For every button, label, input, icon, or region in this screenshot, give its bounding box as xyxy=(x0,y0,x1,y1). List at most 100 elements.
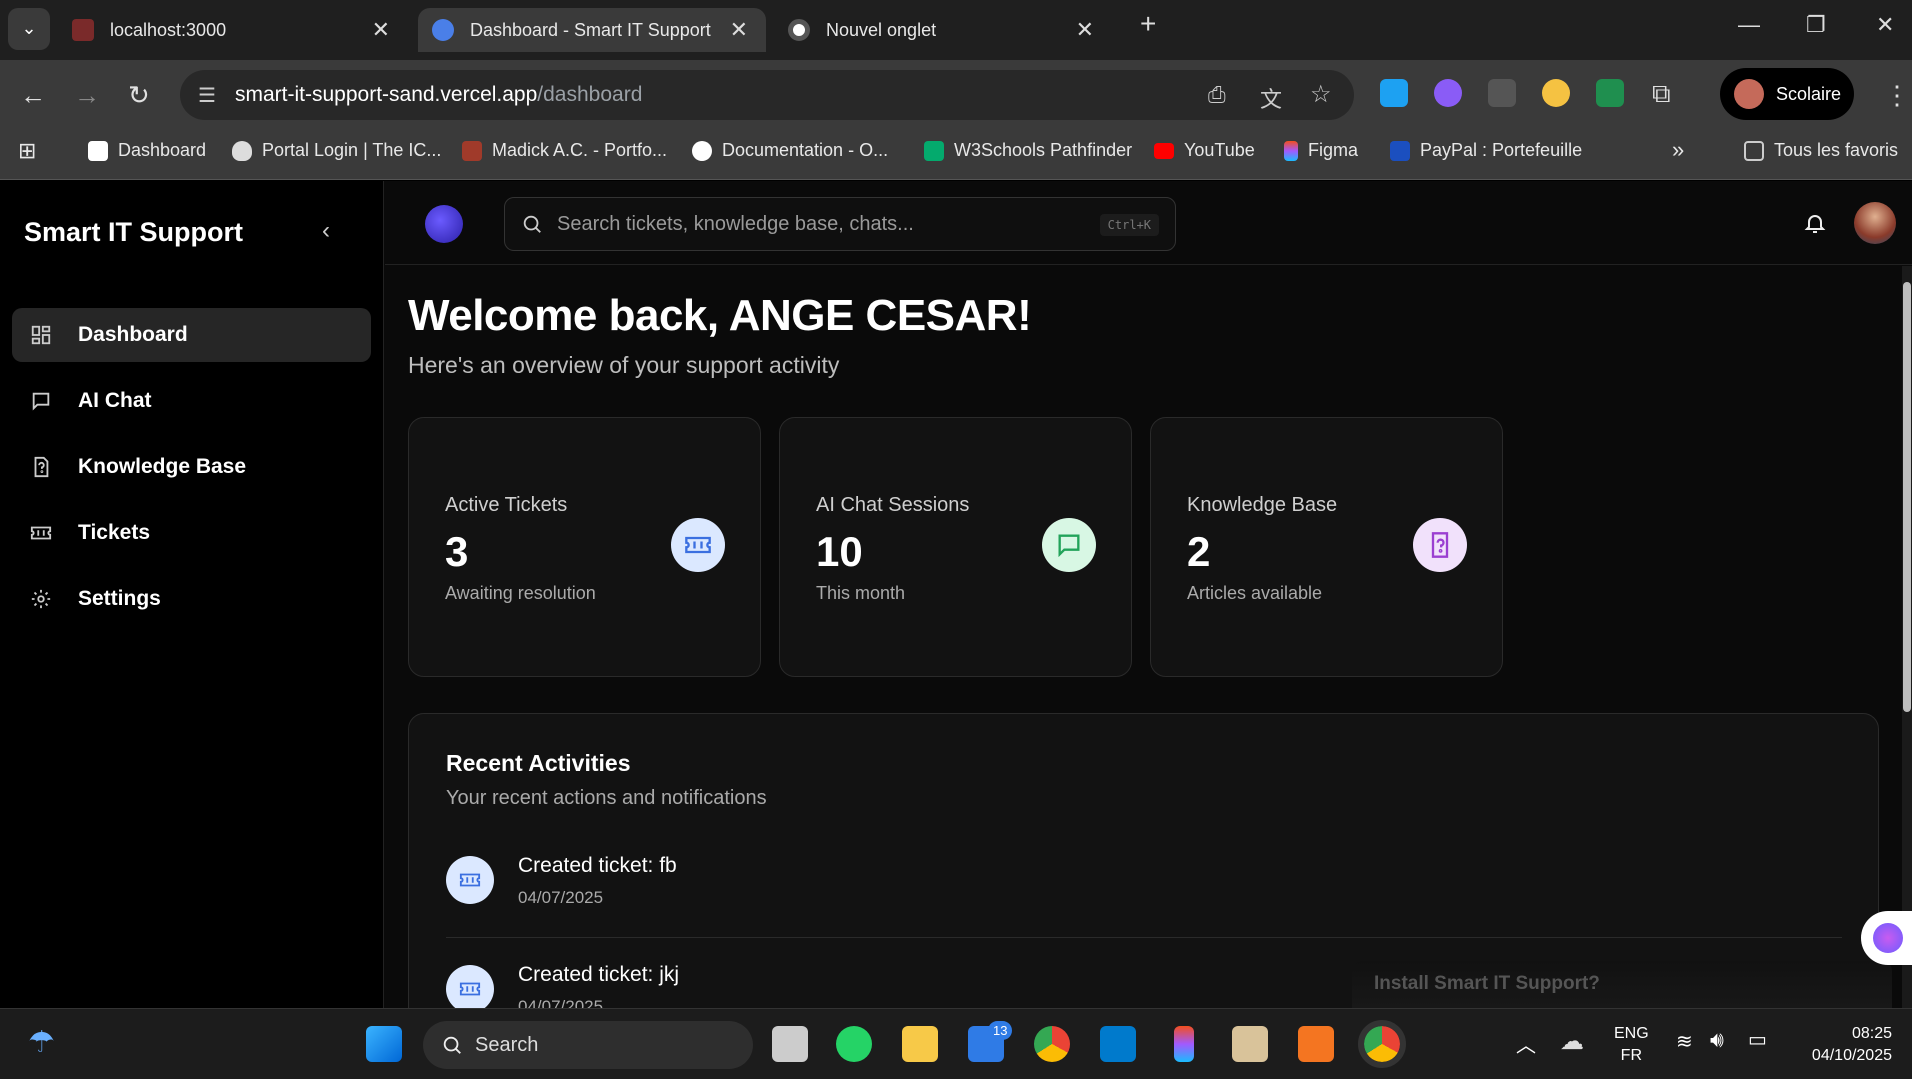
folder-icon xyxy=(1744,140,1764,161)
bookmarks-overflow-icon[interactable]: » xyxy=(1672,137,1684,163)
bookmark-paypal[interactable]: PayPal : Portefeuille xyxy=(1390,140,1582,161)
file-explorer-icon[interactable] xyxy=(902,1026,938,1062)
scrollbar-thumb[interactable] xyxy=(1903,282,1911,712)
list-item[interactable]: Created ticket: fb 04/07/2025 xyxy=(446,838,1842,938)
sidebar-item-label: Tickets xyxy=(78,521,150,544)
stat-card-ai-chat[interactable]: AI Chat Sessions 10 This month xyxy=(779,417,1132,677)
bookmark-dashboard[interactable]: Dashboard xyxy=(88,140,206,161)
sidebar-item-ai-chat[interactable]: AI Chat xyxy=(12,374,371,428)
install-prompt[interactable]: Install Smart IT Support? xyxy=(1352,961,1892,1008)
stat-title: Active Tickets xyxy=(445,494,568,516)
url-path: /dashboard xyxy=(537,83,643,106)
bookmark-madick[interactable]: Madick A.C. - Portfo... xyxy=(462,140,667,161)
restore-button[interactable]: ❐ xyxy=(1806,12,1826,38)
app-root: Smart IT Support ‹ Dashboard AI Chat Kno… xyxy=(0,181,1912,1008)
more-menu-icon[interactable]: ⋮ xyxy=(1884,80,1910,111)
sidebar-item-tickets[interactable]: Tickets xyxy=(12,506,371,560)
wifi-icon[interactable]: ≋ xyxy=(1676,1029,1693,1054)
clock[interactable]: 08:25 04/10/2025 xyxy=(1798,1023,1892,1067)
close-icon[interactable]: ✕ xyxy=(730,17,748,43)
dashboard-main: Welcome back, ANGE CESAR! Here's an over… xyxy=(385,266,1902,1008)
search-input[interactable]: Search tickets, knowledge base, chats...… xyxy=(504,197,1176,251)
profile-name: Scolaire xyxy=(1776,83,1842,104)
extension-spy-icon[interactable] xyxy=(1488,79,1516,107)
chrome-icon[interactable] xyxy=(1034,1026,1070,1062)
chevron-left-icon[interactable]: ‹ xyxy=(322,217,330,245)
puzzle-icon[interactable]: ⧉ xyxy=(1652,78,1671,110)
bell-icon[interactable] xyxy=(1803,211,1827,235)
help-doc-icon xyxy=(1413,518,1467,572)
search-icon xyxy=(443,1036,461,1054)
bookmark-label: Figma xyxy=(1308,140,1359,160)
minimize-button[interactable]: — xyxy=(1738,12,1760,38)
taskbar-search[interactable]: Search xyxy=(423,1021,753,1069)
all-bookmarks[interactable]: Tous les favoris xyxy=(1744,140,1898,161)
chevron-up-icon[interactable]: ︿ xyxy=(1516,1029,1536,1058)
stat-card-knowledge-base[interactable]: Knowledge Base 2 Articles available xyxy=(1150,417,1503,677)
crunchyroll-icon[interactable] xyxy=(1298,1026,1334,1062)
address-bar[interactable]: ☰ smart-it-support-sand.vercel.app/dashb… xyxy=(180,70,1354,120)
bookmark-w3schools[interactable]: W3Schools Pathfinder xyxy=(924,140,1132,161)
stat-card-active-tickets[interactable]: Active Tickets 3 Awaiting resolution xyxy=(408,417,761,677)
app-icon[interactable] xyxy=(1232,1026,1268,1062)
close-icon[interactable]: ✕ xyxy=(372,17,390,43)
language-bottom: FR xyxy=(1620,1047,1642,1064)
chrome-profile-icon[interactable] xyxy=(1358,1020,1406,1068)
site-info-icon[interactable]: ☰ xyxy=(198,83,216,108)
install-app-icon[interactable]: ⎙ xyxy=(1208,82,1226,108)
sidebar-item-settings[interactable]: Settings xyxy=(12,572,371,626)
language-indicator[interactable]: ENG FR xyxy=(1614,1023,1649,1067)
tab-dashboard[interactable]: Dashboard - Smart IT Support ✕ xyxy=(418,8,766,52)
extension-brain-icon[interactable] xyxy=(1434,79,1462,107)
tab-search-button[interactable]: ⌄ xyxy=(8,8,50,50)
brain-icon xyxy=(1873,923,1903,953)
tab-title: Dashboard - Smart IT Support xyxy=(470,19,711,40)
close-icon[interactable]: ✕ xyxy=(1076,17,1094,43)
extension-coin-icon[interactable] xyxy=(1542,79,1570,107)
windows-start-icon[interactable] xyxy=(366,1026,402,1062)
forward-arrow-icon[interactable]: → xyxy=(74,80,100,111)
back-arrow-icon[interactable]: ← xyxy=(20,80,46,111)
star-icon[interactable]: ☆ xyxy=(1310,80,1332,109)
section-title: Recent Activities xyxy=(446,750,631,776)
bookmark-figma[interactable]: Figma xyxy=(1284,140,1358,161)
bookmarks-bar: ⊞ Dashboard Portal Login | The IC... Mad… xyxy=(0,128,1912,180)
app-topbar: Search tickets, knowledge base, chats...… xyxy=(385,181,1912,265)
task-view-icon[interactable] xyxy=(772,1026,808,1062)
apps-grid-icon[interactable]: ⊞ xyxy=(18,138,36,164)
stat-value: 2 xyxy=(1187,528,1211,575)
bookmark-icon xyxy=(462,140,482,161)
tab-localhost[interactable]: localhost:3000 ✕ xyxy=(60,8,408,52)
assistant-brain-button[interactable] xyxy=(1861,911,1912,965)
figma-icon[interactable] xyxy=(1174,1026,1194,1062)
bookmark-label: W3Schools Pathfinder xyxy=(954,140,1133,160)
scrollbar[interactable] xyxy=(1902,266,1912,1008)
translate-icon[interactable]: 文 xyxy=(1260,82,1282,114)
ticket-icon xyxy=(671,518,725,572)
gear-icon xyxy=(31,589,51,609)
vscode-icon[interactable] xyxy=(1100,1026,1136,1062)
cloud-icon[interactable]: ☁ xyxy=(1560,1027,1584,1056)
battery-icon[interactable]: ▭ xyxy=(1748,1027,1767,1052)
new-tab-button[interactable]: + xyxy=(1140,8,1156,40)
tab-new[interactable]: Nouvel onglet ✕ xyxy=(776,8,1112,52)
bookmark-portal-login[interactable]: Portal Login | The IC... xyxy=(232,140,441,161)
window-close-button[interactable]: ✕ xyxy=(1876,12,1894,38)
page-subtitle: Here's an overview of your support activ… xyxy=(408,352,840,378)
extension-a-icon[interactable] xyxy=(1596,79,1624,107)
bookmark-youtube[interactable]: YouTube xyxy=(1154,140,1255,161)
sidebar: Smart IT Support ‹ Dashboard AI Chat Kno… xyxy=(0,181,384,1008)
weather-icon[interactable]: ☂ xyxy=(28,1025,55,1060)
taskbar-search-label: Search xyxy=(475,1033,539,1056)
whatsapp-icon[interactable] xyxy=(836,1026,872,1062)
user-avatar[interactable] xyxy=(1854,202,1896,244)
reload-icon[interactable]: ↻ xyxy=(128,80,150,111)
sidebar-item-dashboard[interactable]: Dashboard xyxy=(12,308,371,362)
sidebar-item-knowledge-base[interactable]: Knowledge Base xyxy=(12,440,371,494)
volume-icon[interactable]: 🔊︎ xyxy=(1710,1027,1724,1053)
profile-button[interactable]: Scolaire xyxy=(1720,68,1854,120)
app-logo[interactable] xyxy=(425,205,463,243)
stat-value: 3 xyxy=(445,528,469,575)
bookmark-documentation[interactable]: Documentation - O... xyxy=(692,140,888,161)
extension-t-icon[interactable] xyxy=(1380,79,1408,107)
